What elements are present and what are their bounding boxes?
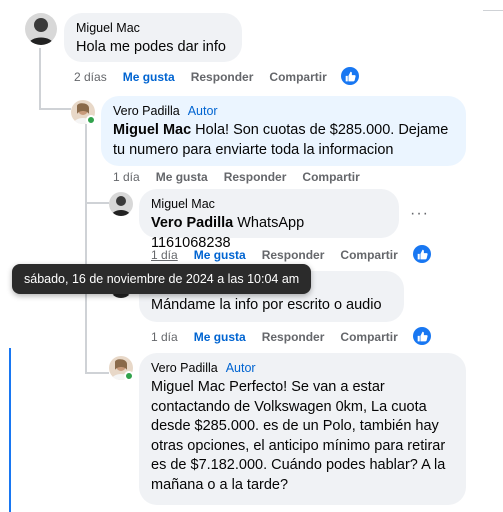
more-options-icon[interactable]: ···	[410, 205, 429, 223]
comment-timestamp[interactable]: 1 día	[151, 330, 178, 344]
like-reaction-icon[interactable]	[413, 327, 431, 345]
timestamp-tooltip: sábado, 16 de noviembre de 2024 a las 10…	[12, 264, 312, 294]
comment-author[interactable]: Vero Padilla	[151, 361, 218, 375]
comment-bubble: Miguel Mac Hola me podes dar info	[64, 13, 242, 62]
reply-button[interactable]: Responder	[224, 170, 287, 184]
reply-button[interactable]: Responder	[262, 248, 325, 262]
author-badge: Autor	[225, 361, 256, 375]
comment-bubble: Vero Padilla Autor Miguel Mac Hola! Son …	[101, 96, 466, 166]
mention-link[interactable]: Miguel Mac	[151, 379, 225, 395]
like-reaction-icon[interactable]	[413, 245, 431, 263]
comment-author[interactable]: Miguel Mac	[76, 21, 230, 35]
comment-author[interactable]: Miguel Mac	[151, 197, 387, 211]
reply-button[interactable]: Responder	[262, 330, 325, 344]
share-button[interactable]: Compartir	[340, 330, 397, 344]
like-button[interactable]: Me gusta	[194, 330, 246, 344]
comment-timestamp[interactable]: 1 día	[113, 170, 140, 184]
thread-line	[85, 372, 109, 374]
comment-timestamp[interactable]: 1 día	[151, 248, 178, 262]
like-reaction-icon[interactable]	[341, 67, 359, 85]
avatar[interactable]	[109, 192, 133, 216]
comment-text: Miguel Mac Hola! Son cuotas de $285.000.…	[113, 121, 454, 160]
comment-body: Perfecto! Se van a estar contactando de …	[151, 379, 446, 493]
comment-bubble: Vero Padilla Autor Miguel Mac Perfecto! …	[139, 353, 466, 505]
thread-line	[85, 202, 109, 204]
mention-link[interactable]: Miguel Mac	[113, 122, 191, 138]
comment-actions: 1 día Me gusta Responder Compartir	[113, 170, 376, 184]
like-button[interactable]: Me gusta	[123, 70, 175, 84]
comment-author[interactable]: Vero Padilla	[113, 104, 180, 118]
top-divider	[483, 10, 503, 11]
avatar[interactable]	[25, 13, 57, 45]
comment-timestamp[interactable]: 2 días	[74, 70, 107, 84]
online-status-indicator	[86, 115, 96, 125]
comment-actions: 2 días Me gusta Responder Compartir	[74, 70, 343, 84]
comment-text: Mándame la info por escrito o audio	[151, 297, 382, 313]
comment-actions: 1 día Me gusta Responder Compartir	[151, 248, 414, 262]
thread-line	[39, 48, 41, 110]
comment-text: Miguel Mac Perfecto! Se van a estar cont…	[151, 378, 454, 495]
comment-bubble: Miguel Mac Vero Padilla WhatsApp 1161068…	[139, 189, 399, 251]
like-button[interactable]: Me gusta	[156, 170, 208, 184]
thread-line	[85, 124, 87, 374]
mention-link[interactable]: Vero Padilla	[151, 215, 233, 231]
share-button[interactable]: Compartir	[340, 248, 397, 262]
share-button[interactable]: Compartir	[269, 70, 326, 84]
online-status-indicator	[124, 371, 134, 381]
thread-line	[39, 108, 71, 110]
like-button[interactable]: Me gusta	[194, 248, 246, 262]
author-badge: Autor	[187, 104, 218, 118]
reply-button[interactable]: Responder	[191, 70, 254, 84]
comment-text: Hola me podes dar info	[76, 39, 226, 55]
share-button[interactable]: Compartir	[302, 170, 359, 184]
comment-actions: 1 día Me gusta Responder Compartir	[151, 330, 414, 344]
thread-highlight-line	[9, 348, 11, 512]
